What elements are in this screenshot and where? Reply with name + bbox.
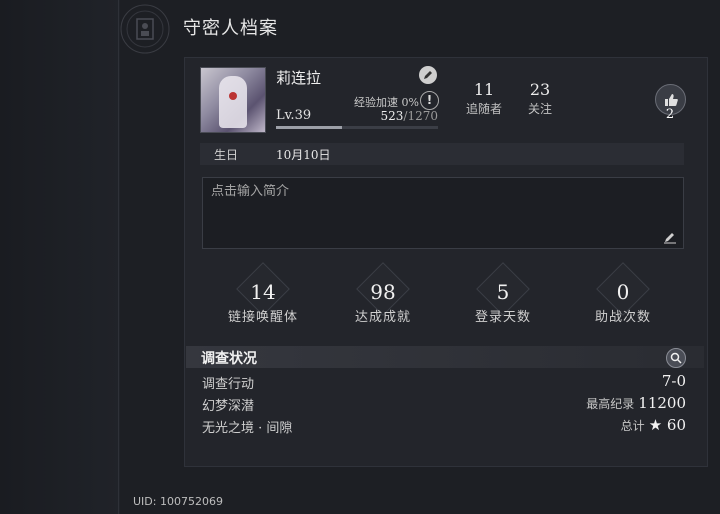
following-label: 关注 [527, 102, 552, 116]
investigation-header [186, 346, 704, 368]
row-value: 7-0 [661, 372, 686, 390]
investigation-row: 幻梦深潜 最高纪录 11200 [200, 394, 688, 414]
player-name: 莉连拉 [276, 69, 322, 87]
row-sub: 最高纪录 [586, 397, 635, 411]
birthday-value: 10月10日 [276, 148, 331, 162]
exp-progress-fill [276, 126, 343, 129]
stat-value: 14 [250, 280, 276, 304]
search-button[interactable] [666, 348, 686, 368]
investigation-title: 调查状况 [201, 351, 257, 367]
pencil-icon [664, 233, 676, 244]
pencil-icon [424, 71, 432, 79]
followers-count: 11 [473, 80, 495, 99]
following-stat[interactable]: 23 关注 [510, 80, 570, 117]
stat-value: 5 [496, 280, 510, 304]
birthday-row [200, 143, 684, 165]
stat-value: 0 [616, 280, 630, 304]
avatar[interactable] [200, 67, 266, 133]
following-count: 23 [529, 80, 551, 99]
row-value: 11200 [638, 394, 686, 412]
row-value-group: 最高纪录 11200 [586, 394, 686, 412]
exp-boost-label: 经验加速 0% [354, 96, 419, 109]
row-sub: 总计 [620, 419, 645, 433]
stat-label: 达成成就 [354, 310, 411, 325]
left-divider [118, 0, 119, 514]
uid-label: UID: 100752069 [133, 495, 223, 508]
row-value: ★ 60 [648, 416, 686, 434]
stat-value: 98 [370, 280, 396, 304]
thumbs-up-icon [664, 93, 678, 106]
stat-assists: 0 助战次数 [568, 262, 678, 328]
row-name: 调查行动 [202, 377, 255, 392]
exp-progress-bar [276, 126, 438, 129]
stat-label: 链接唤醒体 [227, 310, 298, 325]
stat-awakeners: 14 链接唤醒体 [208, 262, 318, 328]
followers-label: 追随者 [465, 102, 502, 116]
investigation-row: 无光之境 · 间隙 总计 ★ 60 [200, 416, 688, 436]
stat-label: 助战次数 [594, 310, 651, 325]
exp-current: 523 [380, 109, 404, 123]
exp-value: 523/1270 [381, 109, 439, 123]
row-name: 幻梦深潜 [202, 399, 255, 414]
left-background [0, 0, 120, 514]
row-name: 无光之境 · 间隙 [202, 421, 293, 436]
row-value-group: 总计 ★ 60 [621, 416, 686, 434]
birthday-label: 生日 [214, 148, 239, 162]
player-level: Lv.39 [276, 108, 312, 123]
info-icon[interactable]: ! [420, 91, 439, 110]
investigation-row: 调查行动 7-0 [200, 372, 688, 392]
followers-stat[interactable]: 11 追随者 [454, 80, 514, 117]
stat-login-days: 5 登录天数 [448, 262, 558, 328]
like-count: 2 [665, 107, 675, 122]
bio-box[interactable] [202, 177, 684, 249]
edit-name-button[interactable] [419, 66, 437, 84]
search-icon [670, 352, 682, 364]
page-title: 守密人档案 [183, 18, 278, 39]
keeper-emblem-icon [110, 0, 180, 58]
exp-total: /1270 [403, 109, 438, 123]
bio-input[interactable] [211, 184, 651, 199]
stat-label: 登录天数 [474, 310, 531, 325]
stat-achievements: 98 达成成就 [328, 262, 438, 328]
